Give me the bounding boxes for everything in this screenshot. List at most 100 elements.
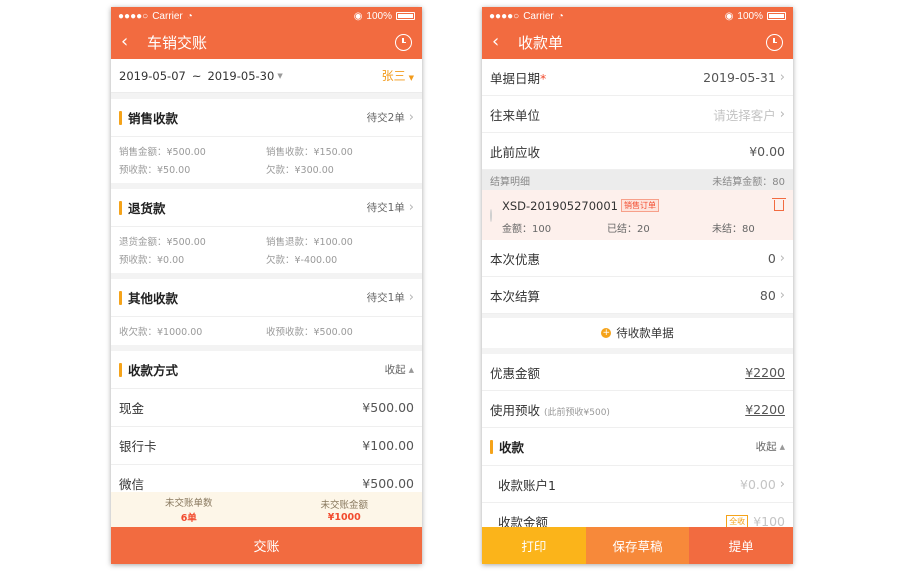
- partner-label: 往来单位: [490, 107, 541, 123]
- collapse-label: 收起: [755, 441, 777, 453]
- partner-placeholder: 请选择客户: [713, 107, 776, 123]
- collapse-toggle[interactable]: 收起 ▲: [756, 439, 785, 454]
- payment-label: 现金: [119, 401, 145, 416]
- settle-detail-header: 结算明细 未结算金额：80: [482, 170, 793, 190]
- wifi-icon: ◔: [186, 10, 193, 22]
- payment-amount: ¥500.00: [362, 400, 414, 415]
- use-prepay-value[interactable]: ¥2200: [745, 402, 785, 417]
- other-header[interactable]: 其他收款 待交1单 ›: [111, 279, 422, 317]
- trash-icon[interactable]: [772, 198, 786, 211]
- settle-button[interactable]: 交账: [111, 527, 422, 564]
- doc-date-row[interactable]: 单据日期* 2019-05-31 ›: [482, 59, 793, 96]
- carrier-label: Carrier: [523, 10, 554, 22]
- select-radio[interactable]: [490, 208, 492, 222]
- owed: 欠款：¥-400.00: [266, 255, 338, 266]
- account-row[interactable]: 收款账户1 ¥0.00 ›: [482, 466, 793, 503]
- status-bar: ●●●●○ Carrier ◔ ◉ 100%: [111, 7, 422, 25]
- history-icon[interactable]: [766, 33, 783, 51]
- dropdown-icon[interactable]: ▼: [277, 72, 282, 80]
- sales-header[interactable]: 销售收款 待交2单 ›: [111, 99, 422, 137]
- settle-label: 本次结算: [490, 288, 541, 304]
- discount-amount-value[interactable]: ¥2200: [745, 365, 785, 380]
- account-label: 收款账户1: [498, 477, 556, 493]
- section-marker: [119, 290, 122, 305]
- pending-count: 待交2单: [366, 112, 405, 124]
- prev-receivable-row: 此前应收 ¥0.00: [482, 133, 793, 170]
- collapse-toggle[interactable]: 收起 ▲: [385, 362, 414, 377]
- payment-label: 微信: [119, 477, 145, 492]
- lock-rotation-icon: ◉: [724, 10, 734, 22]
- prepay-hint: (此前预收¥500): [544, 407, 610, 418]
- receipt-header: 收款 收起 ▲: [482, 428, 793, 466]
- order-type-badge: 销售订单: [620, 199, 659, 212]
- payment-row-cash[interactable]: 现金 ¥500.00: [111, 389, 422, 427]
- section-title: 收款: [499, 440, 525, 455]
- chevron-right-icon: ›: [779, 106, 785, 122]
- use-prepay-label: 使用预收: [490, 402, 541, 418]
- unsettled-count-label: 未交账单数: [164, 498, 213, 509]
- doc-date-value: 2019-05-31: [703, 69, 776, 85]
- pending-count: 待交1单: [366, 202, 405, 214]
- battery-icon: [396, 12, 415, 20]
- order-unsettled: 未结：80: [712, 224, 755, 235]
- bottom-action-bar: 打印 保存草稿 提单: [482, 527, 793, 564]
- discount-amount-row[interactable]: 优惠金额 ¥2200: [482, 354, 793, 391]
- required-mark: *: [540, 70, 547, 86]
- submit-button[interactable]: 提单: [689, 527, 793, 564]
- settle-row[interactable]: 本次结算 80 ›: [482, 277, 793, 314]
- chevron-right-icon: ›: [779, 287, 785, 303]
- discount-row[interactable]: 本次优惠 0 ›: [482, 240, 793, 277]
- page-title: 车销交账: [147, 33, 208, 52]
- signal-icon: ●●●●○: [489, 10, 520, 22]
- prepaid: 预收款：¥0.00: [119, 255, 185, 266]
- settle-detail-label: 结算明细: [490, 176, 530, 188]
- sales-received: 销售收款：¥150.00: [266, 147, 353, 158]
- prepay-collected: 收预收款：¥500.00: [266, 327, 353, 338]
- plus-icon: +: [601, 328, 612, 338]
- use-prepay-row[interactable]: 使用预收 (此前预收¥500) ¥2200: [482, 391, 793, 428]
- sales-amount: 销售金额：¥500.00: [119, 147, 206, 158]
- unsettled-total: 未结算金额：80: [712, 176, 785, 188]
- returns-section: 退货款 待交1单 › 退货金额：¥500.00 销售退款：¥100.00 预收款：…: [111, 189, 422, 273]
- print-button[interactable]: 打印: [482, 527, 586, 564]
- unsettled-amount-label: 未交账金额: [320, 499, 368, 511]
- date-end[interactable]: 2019-05-30: [207, 69, 274, 83]
- carrier-label: Carrier: [152, 10, 183, 22]
- order-settled: 已结：20: [607, 224, 650, 235]
- person-selector[interactable]: 张三 ▼: [382, 67, 414, 84]
- save-draft-button[interactable]: 保存草稿: [585, 527, 690, 564]
- sales-section: 销售收款 待交2单 › 销售金额：¥500.00 销售收款：¥150.00 预收款…: [111, 99, 422, 183]
- pending-docs-label: 待收款单据: [616, 326, 674, 340]
- section-title: 收款方式: [128, 363, 179, 378]
- section-marker: [119, 362, 122, 377]
- settle-value: 80: [759, 287, 776, 303]
- pending-docs-button[interactable]: + 待收款单据: [482, 318, 793, 354]
- sales-refund: 销售退款：¥100.00: [266, 237, 353, 248]
- history-icon[interactable]: [395, 33, 412, 51]
- returns-header[interactable]: 退货款 待交1单 ›: [111, 189, 422, 227]
- page-title: 收款单: [518, 33, 564, 52]
- phone-screen-settlement: ●●●●○ Carrier ◔ ◉ 100% ‹ 车销交账 2019-05-07…: [111, 7, 422, 564]
- payment-amount: ¥100.00: [362, 438, 414, 453]
- phone-screen-receipt: ●●●●○ Carrier ◔ ◉ 100% ‹ 收款单 单据日期* 2019-…: [482, 7, 793, 564]
- unsettled-amount: ¥1000: [327, 511, 361, 523]
- back-icon[interactable]: ‹: [492, 25, 512, 59]
- chevron-right-icon: ›: [408, 200, 414, 215]
- order-card[interactable]: XSD-201905270001 销售订单 金额：100 已结：20 未结：80: [482, 190, 793, 240]
- summary-bar: 未交账单数 6单 未交账金额 ¥1000: [111, 492, 422, 527]
- order-number: XSD-201905270001: [502, 199, 618, 213]
- full-receive-tag[interactable]: 全收: [726, 514, 749, 528]
- back-icon[interactable]: ‹: [121, 25, 141, 59]
- lock-rotation-icon: ◉: [353, 10, 363, 22]
- date-start[interactable]: 2019-05-07: [119, 69, 186, 83]
- person-name: 张三: [381, 69, 406, 83]
- partner-row[interactable]: 往来单位 请选择客户 ›: [482, 96, 793, 133]
- unsettled-count: 6单: [180, 513, 197, 524]
- field-label: 单据日期: [490, 70, 541, 86]
- dropdown-icon: ▼: [408, 74, 414, 82]
- date-separator: ~: [191, 68, 202, 83]
- payment-row-bank[interactable]: 银行卡 ¥100.00: [111, 427, 422, 465]
- caret-up-icon: ▲: [408, 365, 414, 374]
- other-section: 其他收款 待交1单 › 收欠款：¥1000.00 收预收款：¥500.00: [111, 279, 422, 345]
- chevron-right-icon: ›: [779, 476, 785, 492]
